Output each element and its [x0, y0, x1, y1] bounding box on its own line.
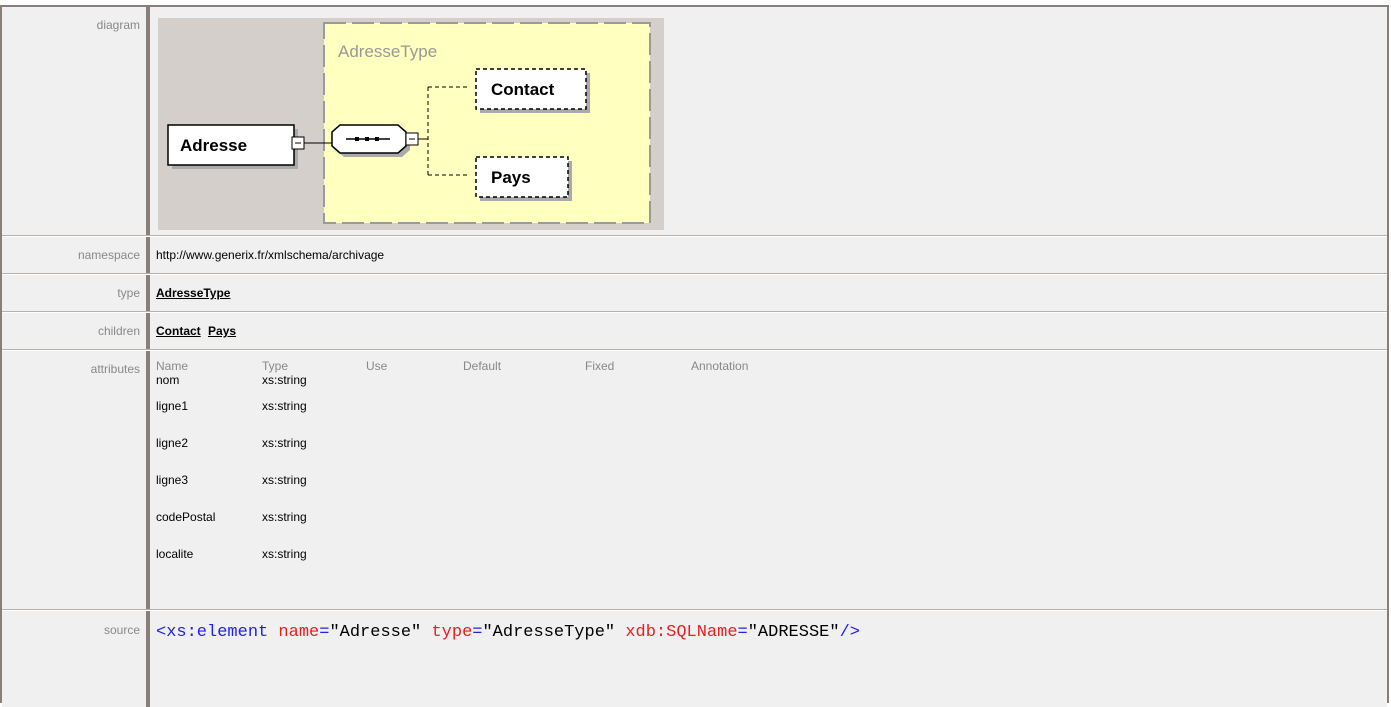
attr-name: ligne1	[156, 398, 189, 413]
source-attr-value: "Adresse"	[329, 623, 422, 642]
type-row: type AdresseType	[2, 275, 1387, 311]
attr-name: codePostal	[156, 509, 216, 524]
type-box-title: AdresseType	[338, 42, 437, 61]
source-close: />	[839, 623, 860, 642]
attr-type: xs:string	[262, 435, 307, 450]
attr-name: localite	[156, 546, 194, 561]
col-header-type: Type	[262, 359, 289, 373]
type-label: type	[2, 275, 146, 311]
col-header-default: Default	[463, 359, 502, 373]
attr-type: xs:string	[262, 546, 307, 561]
schema-doc-table: diagram AdresseType Adresse Contact Pays…	[0, 5, 1389, 707]
attributes-row: attributes Name Type Use Default Fixed A…	[2, 351, 1387, 609]
attr-name: ligne3	[156, 472, 189, 487]
table-row: ligne2 xs:string	[156, 424, 750, 461]
namespace-label: namespace	[2, 237, 146, 273]
col-header-name: Name	[156, 359, 189, 373]
col-header-use: Use	[366, 359, 388, 373]
col-header-fixed: Fixed	[585, 359, 615, 373]
attr-type: xs:string	[262, 509, 307, 524]
attr-name: nom	[156, 373, 180, 387]
source-attr-name: xdb:SQLName	[625, 623, 738, 642]
children-label: children	[2, 313, 146, 349]
child-link-contact[interactable]: Contact	[156, 324, 201, 338]
source-row: source <xs:element name="Adresse" type="…	[2, 611, 1387, 707]
source-attr-value: "ADRESSE"	[747, 623, 840, 642]
attributes-label: attributes	[2, 351, 146, 609]
source-attr-value: "AdresseType"	[482, 623, 616, 642]
col-header-annotation: Annotation	[691, 359, 749, 373]
source-label: source	[2, 611, 146, 707]
children-row: children Contact Pays	[2, 313, 1387, 349]
type-link[interactable]: AdresseType	[156, 286, 230, 300]
attr-type: xs:string	[262, 398, 307, 413]
source-attr-name: name	[278, 623, 320, 642]
element-pays-label: Pays	[491, 168, 531, 187]
attr-type: xs:string	[262, 373, 307, 387]
table-row: ligne3 xs:string	[156, 461, 750, 498]
element-adresse-label: Adresse	[180, 136, 247, 155]
namespace-row: namespace http://www.generix.fr/xmlschem…	[2, 237, 1387, 273]
source-code: <xs:element name="Adresse" type="Adresse…	[150, 611, 1387, 707]
diagram-label: diagram	[2, 7, 146, 235]
attributes-table: Name Type Use Default Fixed Annotation n…	[156, 359, 750, 572]
table-row: localite xs:string	[156, 535, 750, 572]
table-row: codePostal xs:string	[156, 498, 750, 535]
child-link-pays[interactable]: Pays	[208, 324, 236, 338]
table-row: ligne1 xs:string	[156, 387, 750, 424]
attr-name: ligne2	[156, 435, 189, 450]
source-attr-name: type	[431, 623, 473, 642]
schema-diagram: AdresseType Adresse Contact Pays	[158, 18, 664, 230]
attributes-header-row: Name Type Use Default Fixed Annotation	[156, 359, 750, 373]
attr-type: xs:string	[262, 472, 307, 487]
element-contact-label: Contact	[491, 80, 555, 99]
source-tag: <xs:element	[156, 623, 269, 642]
table-row: nom xs:string	[156, 373, 750, 387]
namespace-value: http://www.generix.fr/xmlschema/archivag…	[150, 237, 1387, 273]
